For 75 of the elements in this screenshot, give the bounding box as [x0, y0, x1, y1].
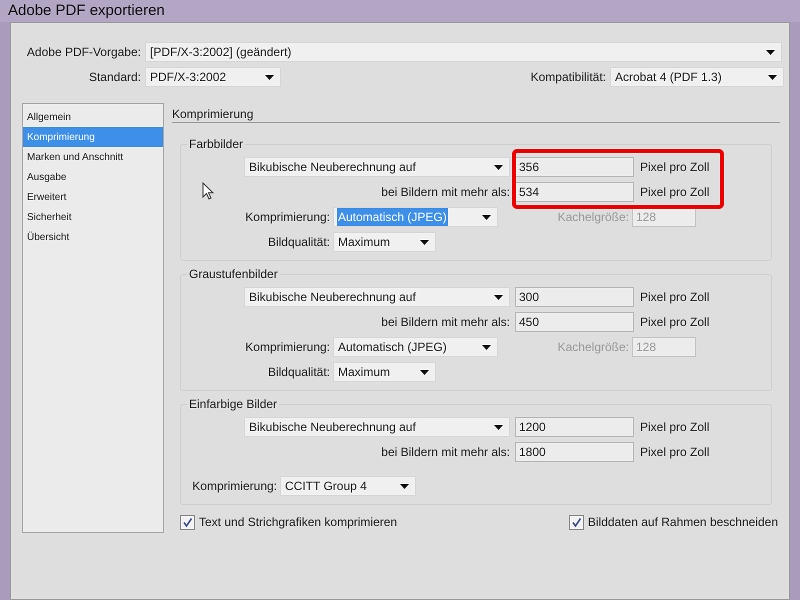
- field-label: Standard:: [88, 70, 141, 84]
- dropdown[interactable]: Maximum: [333, 362, 436, 382]
- group-title: Graustufenbilder: [188, 266, 279, 283]
- checkmark-icon: [182, 516, 193, 528]
- sidebar-item[interactable]: Erweitert: [23, 187, 163, 207]
- field-label: Kompatibilität:: [530, 70, 606, 84]
- group-title: Farbbilder: [188, 136, 244, 153]
- sidebar-item[interactable]: Sicherheit: [23, 207, 163, 227]
- dropdown[interactable]: [PDF/X-3:2002] (geändert): [145, 42, 782, 62]
- dropdown-value: [PDF/X-3:2002] (geändert): [149, 44, 292, 61]
- dropdown[interactable]: CCITT Group 4: [280, 476, 416, 496]
- field-label: Pixel pro Zoll: [640, 159, 710, 176]
- sidebar-item[interactable]: Ausgabe: [23, 167, 163, 187]
- input-field[interactable]: 534: [515, 182, 634, 202]
- sidebar-item[interactable]: Allgemein: [23, 107, 163, 127]
- field-label: Kachelgröße:: [556, 339, 630, 356]
- checkbox-label: Text und Strichgrafiken komprimieren: [199, 514, 398, 531]
- field-label: Bildqualität:: [266, 234, 331, 251]
- dropdown-value: Bikubische Neuberechnung auf: [248, 289, 417, 306]
- dropdown[interactable]: Bikubische Neuberechnung auf: [244, 157, 510, 177]
- caret-icon: [494, 164, 503, 170]
- sidebar-item[interactable]: Marken und Anschnitt: [23, 147, 163, 167]
- dropdown[interactable]: Acrobat 4 (PDF 1.3): [610, 67, 784, 87]
- dropdown-value: Bikubische Neuberechnung auf: [248, 159, 417, 176]
- dropdown[interactable]: PDF/X-3:2002: [145, 67, 281, 87]
- checkbox[interactable]: [180, 514, 195, 530]
- caret-icon: [494, 294, 503, 300]
- dropdown[interactable]: Bikubische Neuberechnung auf: [244, 417, 510, 437]
- dropdown[interactable]: Maximum: [333, 232, 436, 252]
- dropdown[interactable]: Automatisch (JPEG): [333, 337, 498, 357]
- dropdown-value: Automatisch (JPEG): [337, 339, 448, 356]
- panel-title: Komprimierung: [172, 107, 254, 121]
- field-label: bei Bildern mit mehr als:: [380, 444, 511, 461]
- dropdown-value: CCITT Group 4: [284, 478, 368, 495]
- dropdown[interactable]: Bikubische Neuberechnung auf: [244, 287, 510, 307]
- field-label: bei Bildern mit mehr als:: [380, 184, 511, 201]
- group-title: Einfarbige Bilder: [188, 396, 278, 413]
- pointer-icon: [202, 182, 214, 200]
- caret-icon: [494, 424, 503, 430]
- field-label: Kachelgröße:: [556, 209, 630, 226]
- field-label: Adobe PDF-Vorgabe:: [26, 45, 141, 59]
- dropdown-value: Bikubische Neuberechnung auf: [248, 419, 417, 436]
- field-label: bei Bildern mit mehr als:: [380, 314, 511, 331]
- field-label: Pixel pro Zoll: [640, 289, 710, 306]
- dropdown-value: Acrobat 4 (PDF 1.3): [614, 69, 723, 86]
- input-field[interactable]: 450: [515, 312, 634, 332]
- checkmark-icon: [570, 516, 582, 528]
- input-field[interactable]: 1200: [515, 417, 634, 437]
- dropdown-value: PDF/X-3:2002: [149, 69, 228, 86]
- input-field[interactable]: 356: [515, 157, 634, 177]
- field-label: Pixel pro Zoll: [640, 419, 710, 436]
- caret-icon: [420, 240, 429, 244]
- caret-icon: [400, 484, 409, 488]
- input-field[interactable]: 1800: [515, 442, 634, 462]
- field-label: Komprimierung:: [244, 339, 331, 356]
- checkbox[interactable]: [568, 514, 584, 530]
- input-field[interactable]: 300: [515, 287, 634, 307]
- caret-icon: [420, 370, 429, 374]
- field-label: Komprimierung:: [244, 209, 331, 226]
- sidebar-item[interactable]: Übersicht: [23, 227, 163, 247]
- field-label: Komprimierung:: [191, 478, 278, 495]
- field-label: Pixel pro Zoll: [640, 184, 710, 201]
- checkbox-label: Bilddaten auf Rahmen beschneiden: [588, 514, 778, 531]
- dropdown-value: Maximum: [337, 234, 392, 251]
- dropdown-value: Maximum: [337, 364, 392, 381]
- field-label: Pixel pro Zoll: [640, 444, 710, 461]
- caret-icon: [766, 50, 775, 54]
- field-label: Bildqualität:: [266, 364, 331, 381]
- caret-icon: [768, 74, 777, 80]
- caret-icon: [482, 214, 491, 220]
- caret-icon: [482, 344, 491, 350]
- dropdown-value: Automatisch (JPEG): [337, 208, 448, 226]
- field-label: Pixel pro Zoll: [640, 314, 710, 331]
- window-title: Adobe PDF exportieren: [8, 0, 165, 21]
- caret-icon: [265, 74, 274, 80]
